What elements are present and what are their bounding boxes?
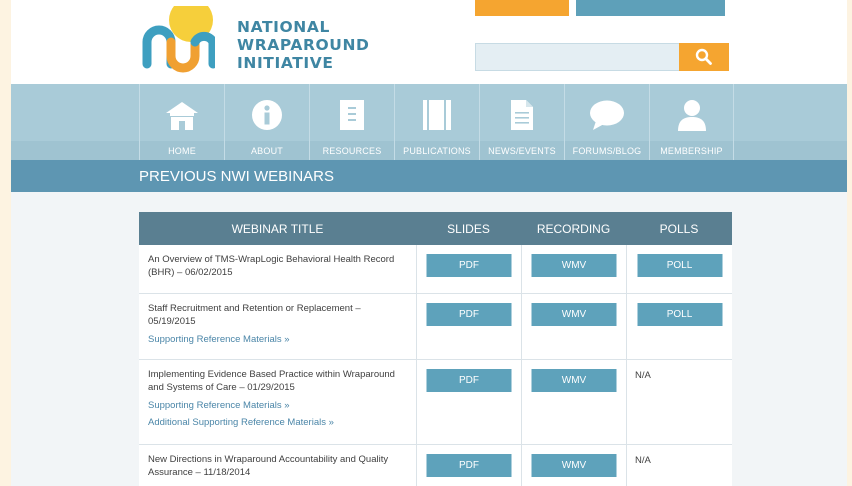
webinar-title: An Overview of TMS-WrapLogic Behavioral …	[148, 254, 395, 278]
webinar-table: WEBINAR TITLE SLIDES RECORDING POLLS An …	[139, 212, 732, 486]
brand-line-2: WRAPAROUND	[237, 36, 370, 54]
polls-not-available: N/A	[635, 455, 651, 466]
search-input[interactable]	[475, 43, 680, 71]
polls-cell: N/A	[626, 360, 732, 444]
nav-label-news-events: NEWS/EVENTS	[488, 146, 556, 156]
nav-label-resources: RESOURCES	[322, 146, 382, 156]
polls-cell: POLL	[626, 245, 732, 293]
recording-cell: WMV	[521, 294, 626, 359]
slides-cell: PDF	[416, 360, 521, 444]
search-icon	[695, 48, 712, 65]
nav-label-forums-blog: FORUMS/BLOG	[572, 146, 642, 156]
additional-materials-link[interactable]: Additional Supporting Reference Material…	[148, 417, 408, 428]
pdf-button[interactable]: PDF	[426, 369, 512, 392]
brand-line-1: NATIONAL	[237, 18, 330, 36]
wmv-button[interactable]: WMV	[531, 254, 617, 277]
table-row: An Overview of TMS-WrapLogic Behavioral …	[139, 245, 732, 294]
webinar-title-cell: An Overview of TMS-WrapLogic Behavioral …	[139, 245, 416, 293]
poll-button[interactable]: POLL	[637, 303, 722, 326]
column-header-polls: POLLS	[659, 221, 699, 236]
nav-item-resources[interactable]: RESOURCES	[309, 84, 394, 160]
pdf-button[interactable]: PDF	[426, 254, 512, 277]
nwi-logo-mark-icon[interactable]	[139, 6, 215, 74]
webinar-title-cell: Staff Recruitment and Retention or Repla…	[139, 294, 416, 359]
polls-cell: POLL	[626, 294, 732, 359]
table-row: Staff Recruitment and Retention or Repla…	[139, 294, 732, 360]
book-icon	[423, 100, 451, 130]
nav-label-publications: PUBLICATIONS	[403, 146, 471, 156]
document-icon	[511, 100, 533, 130]
webinar-title: Staff Recruitment and Retention or Repla…	[148, 303, 361, 327]
webinar-title-cell: Implementing Evidence Based Practice wit…	[139, 360, 416, 444]
column-header-title: WEBINAR TITLE	[231, 221, 324, 236]
webinar-title: New Directions in Wraparound Accountabil…	[148, 454, 389, 478]
polls-cell: N/A	[626, 445, 732, 486]
nav-item-news-events[interactable]: NEWS/EVENTS	[479, 84, 564, 160]
nav-item-about[interactable]: ABOUT	[224, 84, 309, 160]
page-title: PREVIOUS NWI WEBINARS	[139, 168, 335, 185]
search-button[interactable]	[679, 43, 729, 71]
user-icon	[677, 100, 706, 131]
webinar-title-cell: New Directions in Wraparound Accountabil…	[139, 445, 416, 486]
resources-icon	[340, 100, 364, 130]
nav-items: HOME ABOUT RESOURCES PUBLICATIONS NEWS/E…	[139, 84, 734, 160]
wmv-button[interactable]: WMV	[531, 369, 617, 392]
page: NATIONAL WRAPAROUND INITIATIVE HOME ABOU…	[11, 0, 847, 486]
brand-line-3: INITIATIVE	[237, 54, 334, 72]
table-header: WEBINAR TITLE SLIDES RECORDING POLLS	[139, 212, 732, 245]
main-nav: HOME ABOUT RESOURCES PUBLICATIONS NEWS/E…	[11, 84, 847, 160]
nav-item-publications[interactable]: PUBLICATIONS	[394, 84, 479, 160]
wmv-button[interactable]: WMV	[531, 303, 617, 326]
nav-item-home[interactable]: HOME	[139, 84, 224, 160]
table-row: Implementing Evidence Based Practice wit…	[139, 360, 732, 445]
supporting-materials-link[interactable]: Supporting Reference Materials »	[148, 334, 408, 345]
info-icon	[252, 100, 282, 130]
nav-label-membership: MEMBERSHIP	[660, 146, 723, 156]
table-row: New Directions in Wraparound Accountabil…	[139, 445, 732, 486]
recording-cell: WMV	[521, 360, 626, 444]
top-blue-button[interactable]	[576, 0, 725, 16]
pdf-button[interactable]: PDF	[426, 303, 512, 326]
slides-cell: PDF	[416, 245, 521, 293]
column-header-slides: SLIDES	[447, 221, 490, 236]
column-header-recording: RECORDING	[536, 221, 611, 236]
webinar-title: Implementing Evidence Based Practice wit…	[148, 369, 395, 393]
page-title-bar: PREVIOUS NWI WEBINARS	[11, 160, 847, 192]
supporting-materials-link[interactable]: Supporting Reference Materials »	[148, 400, 408, 411]
slides-cell: PDF	[416, 294, 521, 359]
wmv-button[interactable]: WMV	[531, 454, 617, 477]
home-icon	[166, 102, 198, 130]
nav-label-about: ABOUT	[250, 146, 283, 156]
polls-not-available: N/A	[635, 370, 651, 381]
pdf-button[interactable]: PDF	[426, 454, 512, 477]
brand-name[interactable]: NATIONAL WRAPAROUND INITIATIVE	[237, 18, 370, 72]
slides-cell: PDF	[416, 445, 521, 486]
recording-cell: WMV	[521, 445, 626, 486]
nav-item-forums-blog[interactable]: FORUMS/BLOG	[564, 84, 649, 160]
nav-label-home: HOME	[168, 146, 196, 156]
top-orange-button[interactable]	[475, 0, 569, 16]
site-header: NATIONAL WRAPAROUND INITIATIVE	[11, 0, 847, 84]
nav-item-membership[interactable]: MEMBERSHIP	[649, 84, 734, 160]
poll-button[interactable]: POLL	[637, 254, 722, 277]
recording-cell: WMV	[521, 245, 626, 293]
chat-bubble-icon	[590, 100, 624, 130]
